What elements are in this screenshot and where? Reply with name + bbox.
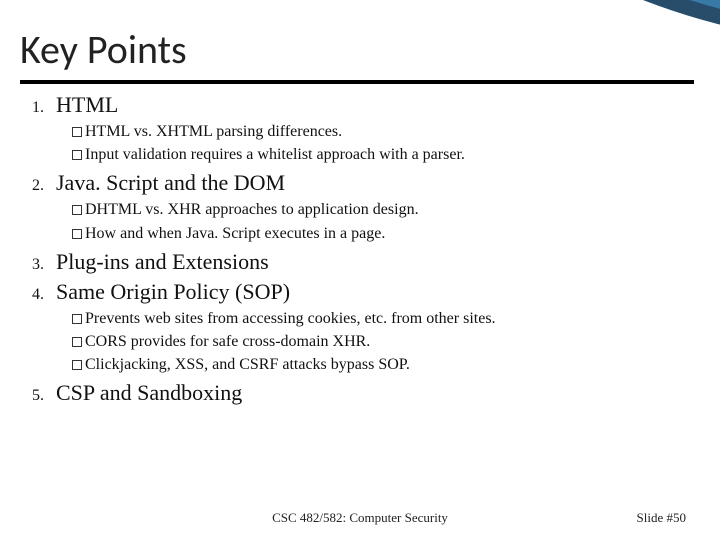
item-title: Same Origin Policy (SOP) (56, 279, 290, 305)
slide-content: 1. HTML HTML vs. XHTML parsing differenc… (0, 82, 720, 406)
sub-item: Clickjacking, XSS, and CSRF attacks bypa… (72, 353, 694, 376)
item-title: CSP and Sandboxing (56, 380, 242, 406)
checkbox-icon (72, 229, 82, 239)
sub-item: DHTML vs. XHR approaches to application … (72, 198, 694, 221)
footer-course: CSC 482/582: Computer Security (272, 510, 448, 526)
item-title: HTML (56, 92, 118, 118)
checkbox-icon (72, 127, 82, 137)
checkbox-icon (72, 360, 82, 370)
footer-slide-number: Slide #50 (637, 510, 686, 526)
list-item: 5. CSP and Sandboxing (20, 380, 694, 406)
item-number: 5. (20, 387, 56, 405)
item-title: Plug-ins and Extensions (56, 249, 269, 275)
sub-item: Prevents web sites from accessing cookie… (72, 307, 694, 330)
slide-title: Key Points (0, 0, 720, 78)
sub-item: How and when Java. Script executes in a … (72, 222, 694, 245)
sub-item: CORS provides for safe cross-domain XHR. (72, 330, 694, 353)
slide-footer: CSC 482/582: Computer Security Slide #50 (0, 510, 720, 526)
checkbox-icon (72, 314, 82, 324)
item-number: 4. (20, 286, 56, 304)
item-title: Java. Script and the DOM (56, 170, 285, 196)
item-number: 2. (20, 177, 56, 195)
item-number: 3. (20, 256, 56, 274)
item-number: 1. (20, 99, 56, 117)
list-item: 4. Same Origin Policy (SOP) Prevents web… (20, 279, 694, 377)
list-item: 1. HTML HTML vs. XHTML parsing differenc… (20, 92, 694, 166)
checkbox-icon (72, 150, 82, 160)
checkbox-icon (72, 337, 82, 347)
sub-item: HTML vs. XHTML parsing differences. (72, 120, 694, 143)
list-item: 2. Java. Script and the DOM DHTML vs. XH… (20, 170, 694, 244)
checkbox-icon (72, 205, 82, 215)
sub-item: Input validation requires a whitelist ap… (72, 143, 694, 166)
list-item: 3. Plug-ins and Extensions (20, 249, 694, 275)
